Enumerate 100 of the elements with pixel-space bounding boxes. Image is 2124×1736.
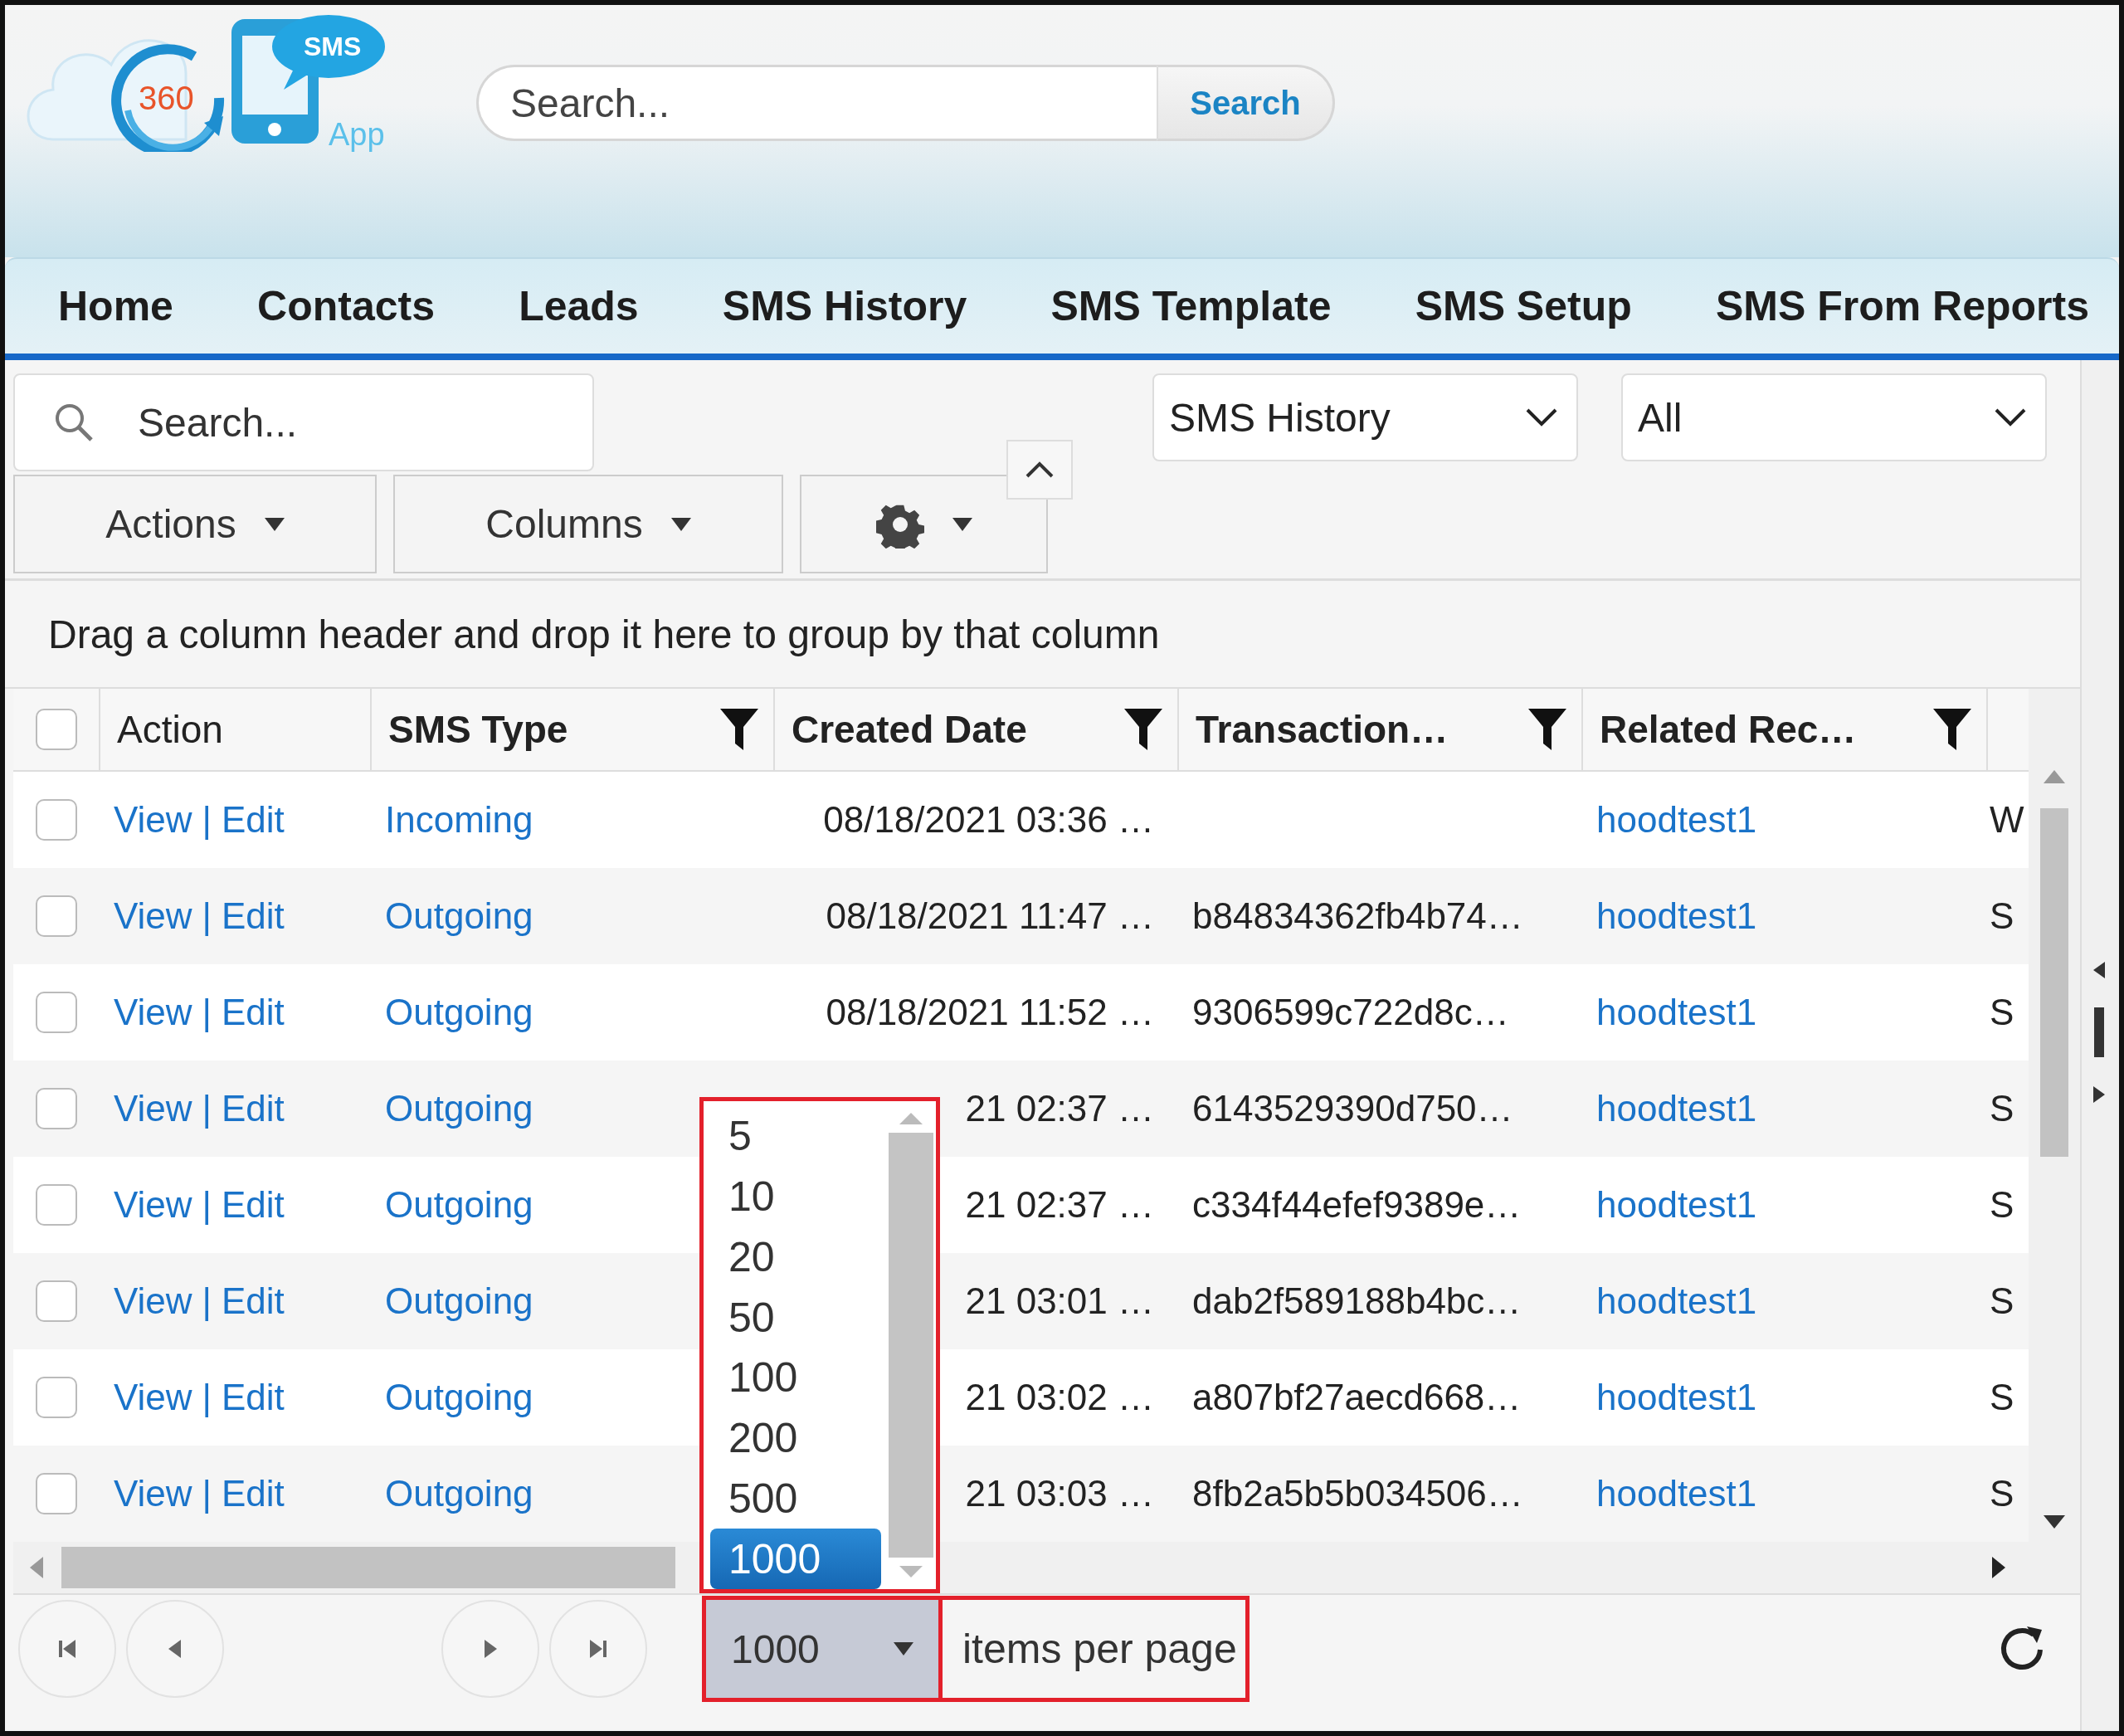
created-date-cell: 21 03:02 …: [965, 1377, 1154, 1418]
select-all-checkbox[interactable]: [35, 709, 77, 750]
view-link[interactable]: View: [114, 1280, 192, 1322]
table-cell: W: [1990, 799, 2024, 841]
sms-type-link[interactable]: Outgoing: [385, 895, 533, 937]
page-size-option[interactable]: 1000: [710, 1529, 881, 1589]
nav-link[interactable]: SMS History: [722, 282, 967, 330]
column-header[interactable]: SMS Type: [388, 707, 568, 752]
sms-type-link[interactable]: Outgoing: [385, 1088, 533, 1129]
sms-type-link[interactable]: Outgoing: [385, 1280, 533, 1322]
page-size-option[interactable]: 100: [710, 1348, 886, 1408]
sms-type-link[interactable]: Incoming: [385, 799, 533, 841]
scrollbar-thumb[interactable]: [889, 1133, 933, 1558]
related-record-link[interactable]: hoodtest1: [1596, 1280, 1757, 1322]
column-header[interactable]: Action: [117, 707, 223, 752]
table-cell: S: [1990, 992, 2014, 1033]
created-date-cell: 08/18/2021 03:36 …: [823, 799, 1154, 841]
menu-button[interactable]: Actions: [13, 475, 377, 573]
scroll-up-icon: [899, 1113, 923, 1124]
logo-badge-text: SMS: [304, 33, 362, 60]
related-record-link[interactable]: hoodtest1: [1596, 992, 1757, 1033]
view-link[interactable]: View: [114, 1184, 192, 1226]
row-checkbox[interactable]: [35, 1473, 77, 1514]
nav-link[interactable]: Contacts: [257, 282, 435, 330]
scroll-down-icon: [899, 1566, 923, 1578]
column-header[interactable]: Transaction…: [1196, 707, 1449, 752]
scroll-left-icon: [2093, 962, 2105, 978]
table-cell: S: [1990, 1088, 2014, 1129]
collapse-button[interactable]: [1006, 440, 1073, 500]
edit-link[interactable]: Edit: [222, 1280, 285, 1322]
row-checkbox[interactable]: [35, 1184, 77, 1226]
created-date-cell: 21 02:37 …: [965, 1088, 1154, 1129]
edit-link[interactable]: Edit: [222, 1088, 285, 1129]
row-checkbox[interactable]: [35, 1280, 77, 1322]
menu-button[interactable]: Columns: [393, 475, 783, 573]
nav-link[interactable]: Home: [58, 282, 173, 330]
related-record-link[interactable]: hoodtest1: [1596, 1184, 1757, 1226]
table-cell: S: [1990, 895, 2014, 937]
related-record-link[interactable]: hoodtest1: [1596, 1088, 1757, 1129]
chevron-down-icon: [1525, 407, 1558, 427]
page-size-option[interactable]: 20: [710, 1226, 886, 1288]
grid-search-field[interactable]: Search...: [13, 373, 594, 471]
related-record-link[interactable]: hoodtest1: [1596, 895, 1757, 937]
page-size-option[interactable]: 50: [710, 1287, 886, 1348]
table-cell: S: [1990, 1377, 2014, 1418]
page-size-option[interactable]: 5: [710, 1106, 886, 1167]
sms-type-link[interactable]: Outgoing: [385, 1184, 533, 1226]
column-header[interactable]: Related Rec…: [1600, 707, 1857, 752]
page-size-option[interactable]: 10: [710, 1166, 886, 1227]
row-checkbox[interactable]: [35, 1088, 77, 1129]
transaction-cell: b84834362fb4b74…: [1192, 895, 1523, 937]
scrollbar-thumb[interactable]: [2040, 808, 2068, 1157]
row-checkbox[interactable]: [35, 895, 77, 937]
scrollbar-thumb[interactable]: [2094, 1007, 2104, 1057]
page-size-option[interactable]: 500: [710, 1468, 886, 1529]
table-cell: S: [1990, 1184, 2014, 1226]
nav-link[interactable]: SMS Template: [1050, 282, 1332, 330]
row-checkbox[interactable]: [35, 992, 77, 1033]
edit-link[interactable]: Edit: [222, 1473, 285, 1514]
view-link[interactable]: View: [114, 1088, 192, 1129]
caret-icon: [952, 517, 972, 531]
view-select[interactable]: SMS History: [1152, 373, 1578, 461]
edit-link[interactable]: Edit: [222, 799, 285, 841]
search-button[interactable]: Search: [1157, 65, 1335, 141]
nav-link[interactable]: Leads: [519, 282, 639, 330]
nav-link[interactable]: SMS Setup: [1415, 282, 1632, 330]
related-record-link[interactable]: hoodtest1: [1596, 1473, 1757, 1514]
edit-link[interactable]: Edit: [222, 895, 285, 937]
row-checkbox[interactable]: [35, 799, 77, 841]
link-separator: |: [202, 1377, 212, 1418]
link-separator: |: [202, 992, 212, 1033]
related-record-link[interactable]: hoodtest1: [1596, 1377, 1757, 1418]
scrollbar-thumb[interactable]: [61, 1547, 675, 1588]
sms-type-link[interactable]: Outgoing: [385, 1473, 533, 1514]
column-header[interactable]: Created Date: [792, 707, 1027, 752]
link-separator: |: [202, 1088, 212, 1129]
created-date-cell: 21 02:37 …: [965, 1184, 1154, 1226]
view-select[interactable]: All: [1621, 373, 2047, 461]
sms-type-link[interactable]: Outgoing: [385, 1377, 533, 1418]
created-date-cell: 21 03:01 …: [965, 1280, 1154, 1322]
page-size-option[interactable]: 200: [710, 1407, 886, 1469]
edit-link[interactable]: Edit: [222, 1377, 285, 1418]
scroll-right-icon: [2093, 1086, 2105, 1103]
nav-link[interactable]: SMS From Reports: [1715, 282, 2089, 330]
row-checkbox[interactable]: [35, 1377, 77, 1418]
edit-link[interactable]: Edit: [222, 1184, 285, 1226]
view-link[interactable]: View: [114, 1377, 192, 1418]
logo-caption: App: [329, 119, 385, 150]
scroll-up-icon: [2044, 770, 2065, 783]
related-record-link[interactable]: hoodtest1: [1596, 799, 1757, 841]
view-link[interactable]: View: [114, 992, 192, 1033]
sms-type-link[interactable]: Outgoing: [385, 992, 533, 1033]
site-search-field[interactable]: Search...: [476, 65, 1157, 141]
view-link[interactable]: View: [114, 799, 192, 841]
view-link[interactable]: View: [114, 895, 192, 937]
view-link[interactable]: View: [114, 1473, 192, 1514]
settings-button[interactable]: [800, 475, 1048, 573]
group-hint: Drag a column header and drop it here to group by that column: [48, 611, 1160, 657]
edit-link[interactable]: Edit: [222, 992, 285, 1033]
vertical-scrollbar[interactable]: [2029, 689, 2080, 1542]
